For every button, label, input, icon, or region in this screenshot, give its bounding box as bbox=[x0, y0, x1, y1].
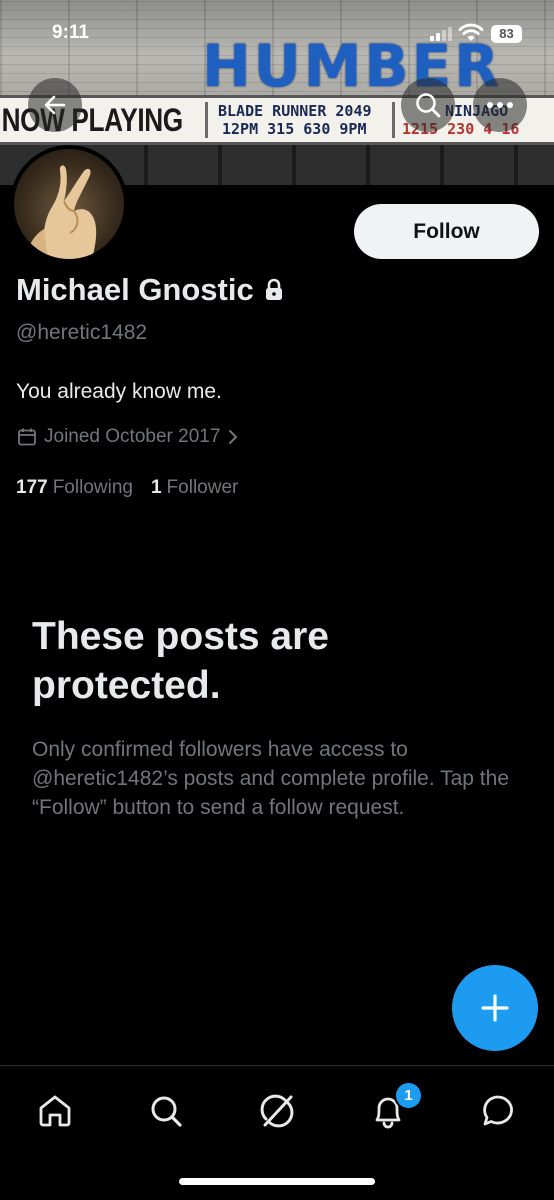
follow-button[interactable]: Follow bbox=[354, 204, 539, 259]
lock-icon bbox=[265, 278, 282, 300]
banner-now-playing: NOW PLAYING bbox=[1, 102, 184, 138]
back-button[interactable] bbox=[28, 78, 82, 132]
avatar[interactable] bbox=[10, 145, 128, 263]
banner-movie1-times: 12PM 315 630 9PM bbox=[222, 120, 367, 138]
tab-grok[interactable] bbox=[247, 1086, 307, 1136]
following-link[interactable]: 177 Following bbox=[16, 477, 133, 499]
chevron-right-icon bbox=[229, 430, 238, 444]
tab-home[interactable] bbox=[25, 1086, 85, 1136]
plus-icon bbox=[481, 994, 509, 1022]
joined-date: Joined October 2017 bbox=[44, 426, 221, 447]
followers-count: 1 bbox=[150, 477, 162, 498]
back-arrow-icon bbox=[44, 95, 66, 115]
following-count: 177 bbox=[16, 477, 48, 498]
joined-date-row[interactable]: Joined October 2017 bbox=[16, 426, 240, 448]
tab-search[interactable] bbox=[136, 1086, 196, 1136]
messages-icon bbox=[483, 1095, 513, 1126]
notification-badge: 1 bbox=[394, 1081, 423, 1110]
profile-handle: @heretic1482 bbox=[16, 321, 148, 344]
status-bar: 9:11 83 bbox=[0, 0, 554, 70]
more-options-button[interactable] bbox=[473, 78, 527, 132]
tab-messages[interactable] bbox=[468, 1086, 528, 1136]
follow-stats: 177 Following 1 Follower bbox=[16, 477, 238, 499]
search-icon bbox=[416, 93, 441, 118]
battery-indicator: 83 bbox=[491, 25, 522, 43]
home-icon bbox=[39, 1095, 71, 1127]
following-label: Following bbox=[52, 477, 133, 498]
profile-bio: You already know me. bbox=[16, 380, 222, 403]
avatar-image bbox=[26, 165, 97, 259]
followers-link[interactable]: 1 Follower bbox=[151, 477, 238, 499]
protected-posts-title: These posts are protected. bbox=[32, 615, 329, 707]
banner-movie1-title: BLADE RUNNER 2049 bbox=[218, 102, 372, 120]
wifi-icon bbox=[458, 23, 484, 41]
profile-name-row: Michael Gnostic bbox=[16, 272, 284, 308]
status-time: 9:11 bbox=[52, 22, 89, 43]
cellular-signal-icon bbox=[430, 27, 452, 41]
compose-post-button[interactable] bbox=[452, 965, 538, 1051]
profile-name: Michael Gnostic bbox=[16, 272, 254, 307]
banner-marquee: NOW PLAYING BLADE RUNNER 2049 12PM 315 6… bbox=[0, 95, 554, 145]
protected-posts-message: Only confirmed followers have access to … bbox=[32, 738, 510, 819]
grok-icon bbox=[260, 1094, 294, 1128]
more-icon bbox=[487, 102, 513, 108]
home-indicator[interactable] bbox=[179, 1178, 375, 1185]
calendar-icon bbox=[18, 428, 36, 446]
search-icon bbox=[151, 1096, 182, 1127]
search-button[interactable] bbox=[401, 78, 455, 132]
followers-label: Follower bbox=[166, 477, 239, 498]
